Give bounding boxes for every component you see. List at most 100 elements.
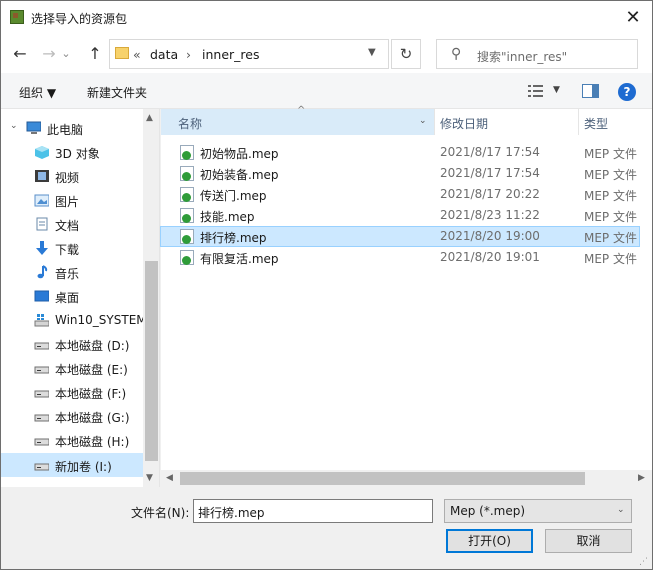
download-icon [36, 241, 48, 255]
column-header-name[interactable]: ^ 名称 ⌄ [161, 105, 435, 135]
breadcrumb-inner-res[interactable]: inner_res [202, 47, 259, 62]
chevron-down-icon[interactable]: ⌄ [198, 504, 208, 518]
column-header-label: 修改日期 [440, 117, 489, 131]
navigation-pane: ⌄ 此电脑 3D 对象 视频 图片 文档 下载 音乐 桌面 Win10_SYST… [1, 109, 160, 487]
view-options-icon[interactable] [528, 85, 544, 97]
recent-locations-button[interactable]: ⌄ [59, 42, 73, 66]
file-row[interactable]: 初始装备.mep 2021/8/17 17:54 MEP 文件 [161, 163, 652, 184]
scrollbar-thumb[interactable] [145, 261, 158, 461]
sidebar-scrollbar[interactable]: ▲ ▼ [143, 109, 159, 487]
app-icon [10, 10, 24, 24]
mep-file-icon [180, 145, 194, 160]
search-box[interactable]: ⚲ 搜索"inner_res" [436, 39, 638, 69]
desktop-icon [34, 290, 49, 302]
column-header-date[interactable]: 修改日期 [435, 109, 579, 135]
preview-pane-icon[interactable] [582, 84, 599, 98]
close-button[interactable]: ✕ [615, 3, 651, 33]
sidebar-item-drive-d[interactable]: 本地磁盘 (D:) [1, 333, 143, 355]
column-header-type[interactable]: 类型 [579, 109, 652, 135]
address-bar[interactable]: « data › inner_res ▼ [109, 39, 389, 69]
dialog-title: 选择导入的资源包 [31, 12, 128, 26]
chevron-down-icon[interactable]: ▼ [368, 47, 376, 58]
sidebar-item-documents[interactable]: 文档 [1, 213, 143, 235]
file-name: 有限复活.mep [200, 252, 279, 266]
file-name: 排行榜.mep [200, 231, 267, 245]
mep-file-icon [180, 250, 194, 265]
filetype-value: Mep (*.mep) [450, 504, 526, 518]
sidebar-item-drive-h[interactable]: 本地磁盘 (H:) [1, 429, 143, 451]
organize-menu[interactable]: 组织 ▼ [19, 84, 56, 101]
file-date: 2021/8/20 19:01 [440, 250, 540, 264]
cube-3d-icon [35, 146, 49, 159]
mep-file-icon [180, 208, 194, 223]
sidebar-item-label: 文档 [55, 219, 80, 233]
folder-icon [115, 47, 129, 59]
cancel-button[interactable]: 取消 [545, 529, 632, 553]
scroll-down-arrow-icon[interactable]: ▼ [146, 473, 153, 483]
video-icon [35, 170, 49, 182]
scroll-left-arrow-icon[interactable]: ◀ [166, 473, 173, 483]
help-icon[interactable]: ? [618, 83, 636, 101]
breadcrumb-overflow[interactable]: « [133, 47, 141, 62]
open-button[interactable]: 打开(O) [446, 529, 533, 553]
file-row[interactable]: 有限复活.mep 2021/8/20 19:01 MEP 文件 [161, 247, 652, 268]
forward-button[interactable]: → [38, 42, 60, 66]
sidebar-item-drive-f[interactable]: 本地磁盘 (F:) [1, 381, 143, 403]
file-list: ^ 名称 ⌄ 修改日期 类型 初始物品.mep 2021/8/17 17:54 … [160, 105, 652, 487]
sidebar-item-drive-g[interactable]: 本地磁盘 (G:) [1, 405, 143, 427]
file-list-hscrollbar[interactable]: ◀ ▶ [161, 470, 652, 487]
filetype-select[interactable]: Mep (*.mep) ⌄ [444, 499, 632, 523]
sidebar-item-label: 本地磁盘 (E:) [55, 363, 128, 377]
sidebar-item-drive-i[interactable]: 新加卷 (I:) [1, 453, 143, 477]
breadcrumb-separator[interactable]: › [186, 47, 191, 62]
title-bar: 选择导入的资源包 ✕ [1, 1, 652, 35]
file-row[interactable]: 初始物品.mep 2021/8/17 17:54 MEP 文件 [161, 142, 652, 163]
scrollbar-thumb[interactable] [180, 472, 585, 485]
refresh-button[interactable]: ↻ [391, 39, 421, 69]
scroll-up-arrow-icon[interactable]: ▲ [146, 113, 153, 123]
file-row[interactable]: 传送门.mep 2021/8/17 20:22 MEP 文件 [161, 184, 652, 205]
sidebar-item-videos[interactable]: 视频 [1, 165, 143, 187]
sidebar-item-pictures[interactable]: 图片 [1, 189, 143, 211]
file-date: 2021/8/17 17:54 [440, 145, 540, 159]
mep-file-icon [180, 229, 194, 244]
sidebar-item-desktop[interactable]: 桌面 [1, 285, 143, 307]
new-folder-button[interactable]: 新建文件夹 [87, 84, 147, 101]
scroll-right-arrow-icon[interactable]: ▶ [638, 473, 645, 483]
resize-grip-icon[interactable]: ⋰ [639, 557, 648, 567]
sidebar-item-label: 此电脑 [47, 123, 84, 137]
sidebar-item-win10-system[interactable]: Win10_SYSTEM [1, 309, 147, 331]
back-button[interactable]: ← [9, 42, 31, 66]
drive-icon [34, 463, 49, 471]
file-type: MEP 文件 [584, 147, 637, 161]
documents-icon [36, 217, 48, 231]
sidebar-item-label: 桌面 [55, 291, 80, 305]
drive-icon [34, 438, 49, 446]
dialog-footer: 文件名(N): 排行榜.mep ⌄ Mep (*.mep) ⌄ 打开(O) 取消… [1, 487, 652, 569]
file-row-selected[interactable]: 排行榜.mep 2021/8/20 19:00 MEP 文件 [160, 226, 640, 247]
file-date: 2021/8/23 11:22 [440, 208, 540, 222]
column-filter-chevron-icon[interactable]: ⌄ [419, 116, 427, 126]
filename-input[interactable]: 排行榜.mep ⌄ [193, 499, 433, 523]
file-date: 2021/8/17 20:22 [440, 187, 540, 201]
sidebar-item-music[interactable]: 音乐 [1, 261, 143, 283]
expand-chevron-icon[interactable]: ⌄ [10, 121, 18, 131]
sidebar-item-label: Win10_SYSTEM [55, 313, 147, 327]
file-name: 初始物品.mep [200, 147, 279, 161]
file-type: MEP 文件 [584, 168, 637, 182]
file-row[interactable]: 技能.mep 2021/8/23 11:22 MEP 文件 [161, 205, 652, 226]
view-dropdown-icon[interactable]: ▼ [553, 85, 560, 95]
chevron-down-icon[interactable]: ⌄ [617, 505, 625, 515]
sort-ascending-icon: ^ [297, 105, 306, 116]
sidebar-item-3d-objects[interactable]: 3D 对象 [1, 141, 143, 163]
sidebar-item-this-pc[interactable]: ⌄ 此电脑 [1, 117, 143, 139]
file-type: MEP 文件 [584, 189, 637, 203]
computer-icon [26, 121, 41, 134]
up-folder-button[interactable]: ↑ [84, 42, 106, 66]
breadcrumb-data[interactable]: data [150, 47, 178, 62]
sidebar-item-label: 下载 [55, 243, 80, 257]
sidebar-item-label: 本地磁盘 (F:) [55, 387, 127, 401]
sidebar-item-drive-e[interactable]: 本地磁盘 (E:) [1, 357, 143, 379]
sidebar-item-label: 本地磁盘 (G:) [55, 411, 130, 425]
sidebar-item-downloads[interactable]: 下载 [1, 237, 143, 259]
